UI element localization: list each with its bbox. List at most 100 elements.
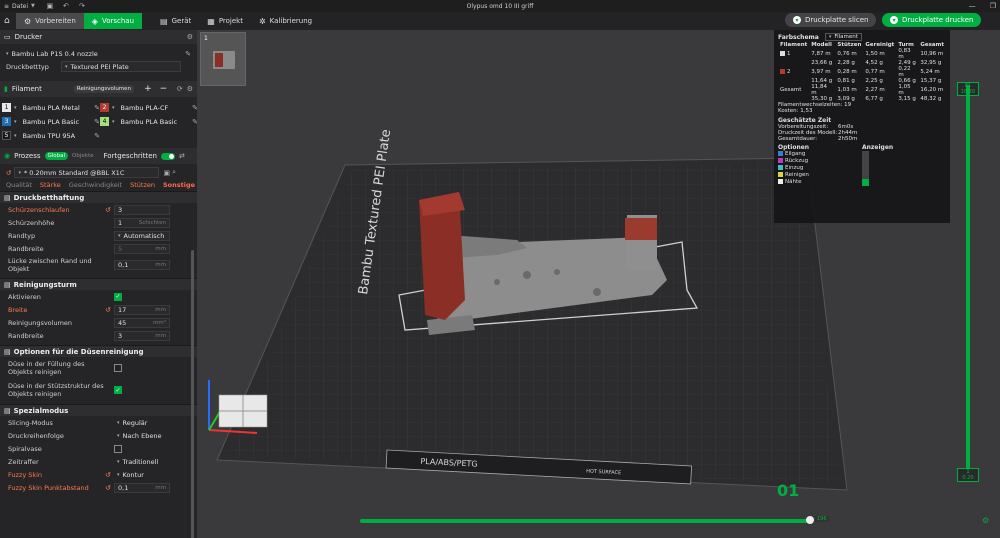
redo-icon[interactable]: ↷ [78, 2, 86, 10]
move-slider-handle[interactable] [806, 516, 814, 524]
file-menu[interactable]: ≡ Datei ▼ [0, 3, 42, 10]
group-flush-options: ▤ Optionen für die Düsenreinigung [0, 345, 197, 357]
process-preset-select[interactable]: ▾ * 0.20mm Standard @BBL X1C [14, 167, 160, 178]
flush-support-checkbox[interactable]: ✓ [114, 386, 122, 394]
skirt-loops-input[interactable]: 3 [114, 204, 170, 215]
prime-brim-row: Randbreite 3 mm [0, 329, 197, 342]
timelapse-select[interactable]: ▾ Traditionell [114, 457, 170, 467]
option-retract: Rückzug [778, 158, 862, 165]
chevron-down-icon: ▾ [118, 232, 121, 239]
tab-support[interactable]: Stützen [130, 181, 155, 189]
filament-item-4[interactable]: 4 ▾ Bambu PLA Basic ✎ [100, 115, 197, 128]
tab-preview[interactable]: ◈ Vorschau [83, 13, 143, 29]
tab-others[interactable]: Sonstige [163, 181, 195, 189]
timelapse-row: Zeitraffer ▾ Traditionell [0, 455, 197, 468]
option-retract-checkbox[interactable] [862, 158, 869, 165]
spiral-vase-checkbox[interactable] [114, 444, 122, 453]
advanced-toggle[interactable] [160, 152, 175, 160]
sync-icon[interactable]: ⟳ [177, 85, 183, 93]
maximize-icon[interactable]: ❐ [990, 2, 996, 10]
flush-infill-row: Düse in der Füllung des Objekts reinigen [0, 357, 197, 379]
chevron-down-icon: ▾ [14, 132, 17, 139]
option-rapid-checkbox[interactable] [862, 151, 869, 158]
tab-prepare[interactable]: ⚙ Vorbereiten [16, 13, 84, 29]
search-icon[interactable]: ⌕ [172, 168, 176, 177]
undo-icon[interactable]: ↶ [62, 2, 70, 10]
option-unretract-checkbox[interactable] [862, 165, 869, 172]
reset-icon[interactable]: ↺ [6, 169, 11, 177]
fuzzy-skin-row: Fuzzy Skin ↺ ▾ Kontur [0, 468, 197, 481]
prime-tower-width-input[interactable]: 17 mm [114, 304, 170, 315]
print-plate-button[interactable]: ▾ Druckplatte drucken [882, 13, 982, 27]
remove-icon[interactable]: − [160, 84, 168, 94]
brim-width-row: Randbreite 5 mm [0, 242, 197, 255]
slicing-mode-row: Slicing-Modus ▾ Regulär [0, 416, 197, 429]
brim-gap-row: Lücke zwischen Rand und Objekt 0,1 mm [0, 255, 197, 275]
compare-icon[interactable]: ⇄ [179, 152, 185, 160]
brim-type-select[interactable]: ▾ Automatisch [114, 230, 170, 241]
printer-select[interactable]: ▾ Bambu Lab P1S 0.4 nozzle [6, 48, 182, 59]
sidebar-scrollbar[interactable] [191, 250, 194, 538]
settings-icon[interactable]: ⚙ [187, 33, 193, 41]
add-icon[interactable]: + [144, 84, 152, 94]
color-scheme-select[interactable]: ▾ Filament [824, 33, 862, 41]
edit-icon[interactable]: ✎ [94, 132, 100, 140]
bed-type-select[interactable]: ▾ Textured PEI Plate [61, 61, 181, 72]
estimated-time-heading: Geschätzte Zeit [778, 117, 832, 124]
option-rapid: Eilgang [778, 151, 862, 158]
fuzzy-skin-select[interactable]: ▾ Kontur [114, 470, 170, 480]
chevron-down-icon: ▾ [112, 118, 115, 125]
global-toggle[interactable]: Global [44, 152, 69, 160]
chevron-down-icon: ▾ [18, 169, 21, 176]
settings-icon[interactable]: ⚙ [187, 85, 193, 93]
move-slider[interactable] [360, 519, 810, 523]
tab-calibration[interactable]: ✲ Kalibrierung [251, 13, 320, 29]
chevron-down-icon: ▾ [117, 458, 120, 465]
reset-icon[interactable]: ↺ [105, 471, 111, 479]
prime-tower-enable-row: Aktivieren ✓ [8, 292, 122, 301]
tab-strength[interactable]: Stärke [40, 181, 61, 189]
filament-item-5[interactable]: 5 ▾ Bambu TPU 95A ✎ [2, 129, 100, 142]
filament-item-2[interactable]: 2 ▾ Bambu PLA-CF ✎ [100, 101, 197, 114]
flush-volume-button[interactable]: Reinigungsvolumen [73, 85, 135, 93]
chevron-down-icon: ▾ [14, 118, 17, 125]
reset-icon[interactable]: ↺ [105, 206, 111, 214]
filament-item-3[interactable]: 3 ▾ Bambu PLA Basic ✎ [2, 115, 100, 128]
brim-gap-input[interactable]: 0,1 mm [114, 260, 170, 270]
edit-icon[interactable]: ✎ [185, 50, 191, 58]
group-icon: ▤ [4, 193, 11, 202]
tab-speed[interactable]: Geschwindigkeit [69, 181, 122, 189]
layer-slider[interactable] [966, 85, 970, 470]
tab-quality[interactable]: Qualität [6, 181, 32, 189]
table-row: 2 3,97 m 0,28 m 0,77 m 0,22 m 5,24 m [778, 66, 946, 78]
save-icon[interactable]: ▣ [46, 2, 54, 10]
flush-infill-checkbox[interactable] [114, 364, 122, 372]
slice-plate-button[interactable]: ▾ Druckplatte slicen [785, 13, 877, 27]
prime-volume-input[interactable]: 45 mm³ [114, 317, 170, 328]
chevron-down-icon: ▾ [14, 104, 17, 111]
option-seams-checkbox[interactable] [862, 179, 869, 186]
slicing-mode-select[interactable]: ▾ Regulär [114, 418, 170, 428]
prime-tower-enable-checkbox[interactable]: ✓ [114, 292, 122, 301]
skirt-height-input[interactable]: 1 Schichten [114, 217, 170, 228]
prime-volume-row: Reinigungsvolumen 45 mm³ [0, 316, 197, 329]
option-wipe-checkbox[interactable] [862, 172, 869, 179]
settings-icon[interactable]: ⚙ [982, 516, 989, 525]
layer-slider-bottom-label[interactable]: 1 0.20 [957, 468, 979, 482]
tab-project[interactable]: ▦ Projekt [199, 13, 251, 29]
prime-brim-input[interactable]: 3 mm [114, 330, 170, 341]
option-unretract: Einzug [778, 165, 862, 172]
filament-item-1[interactable]: 1 ▾ Bambu PLA Metal ✎ [2, 101, 100, 114]
minimize-icon[interactable]: — [969, 2, 976, 10]
reset-icon[interactable]: ↺ [105, 306, 111, 314]
home-button[interactable]: ⌂ [0, 13, 16, 29]
printer-row: ▾ Bambu Lab P1S 0.4 nozzle ✎ [0, 47, 197, 60]
fuzzy-skin-distance-input[interactable]: 0,1 mm [114, 482, 170, 493]
brim-width-input[interactable]: 5 mm [114, 243, 170, 254]
save-icon[interactable]: ▣ [163, 169, 170, 177]
objects-toggle[interactable]: Objekte [72, 153, 93, 159]
group-icon: ▤ [4, 406, 11, 415]
tab-device[interactable]: ▤ Gerät [152, 13, 199, 29]
reset-icon[interactable]: ↺ [105, 484, 111, 492]
print-sequence-select[interactable]: ▾ Nach Ebene [114, 431, 170, 441]
